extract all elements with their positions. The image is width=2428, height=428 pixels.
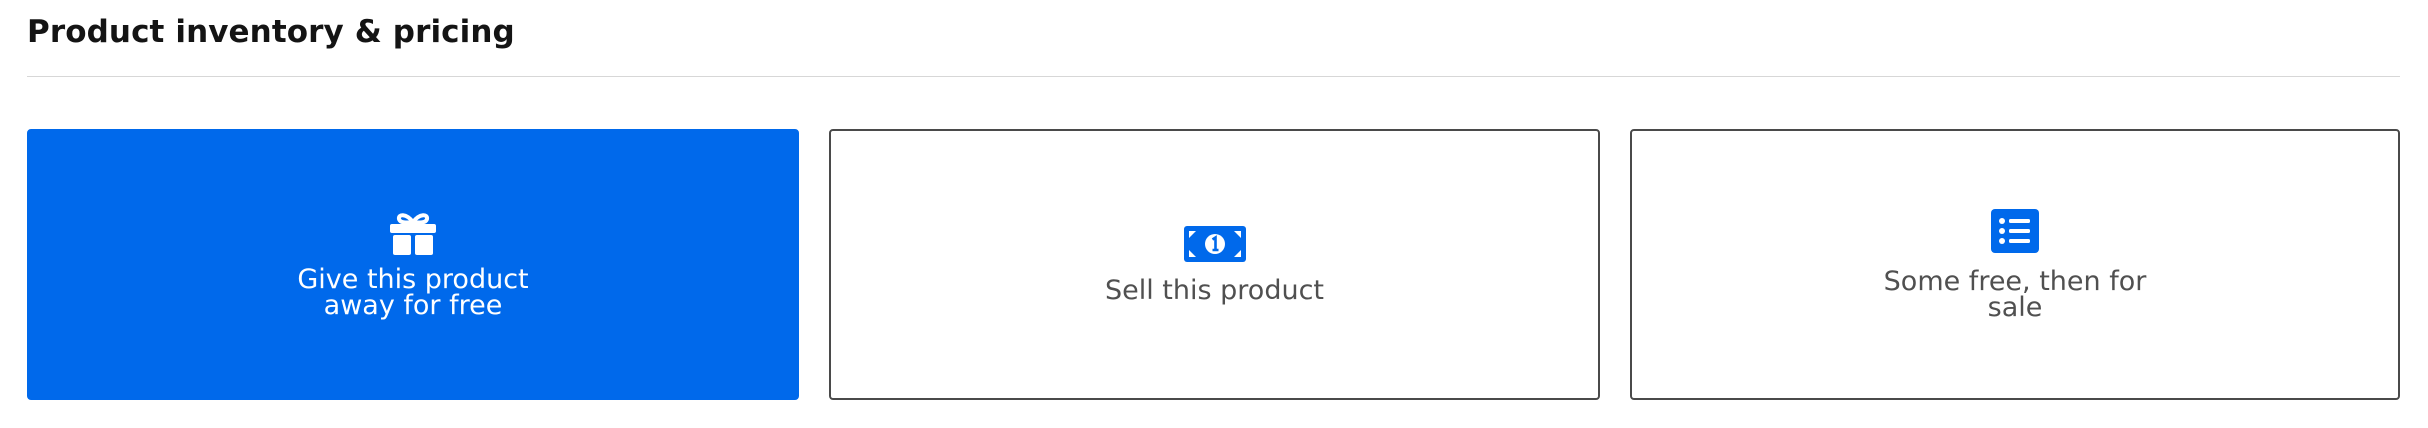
- sell-product-label: Sell this product: [1104, 274, 1325, 306]
- some-free-then-sale-label: Some free, then for sale: [1883, 265, 2147, 323]
- sell-product-option[interactable]: Sell this product: [829, 129, 1600, 400]
- dollar-bill-icon: [1183, 225, 1246, 262]
- section-divider: [27, 76, 2400, 77]
- give-away-free-option[interactable]: Give this product away for free: [27, 129, 799, 400]
- pricing-options-group: Give this product away for free Sell thi…: [27, 129, 2400, 400]
- gift-icon: [390, 212, 436, 255]
- product-inventory-pricing-section: Product inventory & pricing Give this pr…: [0, 0, 2428, 428]
- some-free-then-sale-option[interactable]: Some free, then for sale: [1630, 129, 2400, 400]
- list-icon: [1991, 208, 2039, 253]
- section-title: Product inventory & pricing: [27, 14, 515, 50]
- give-away-free-label: Give this product away for free: [297, 263, 529, 321]
